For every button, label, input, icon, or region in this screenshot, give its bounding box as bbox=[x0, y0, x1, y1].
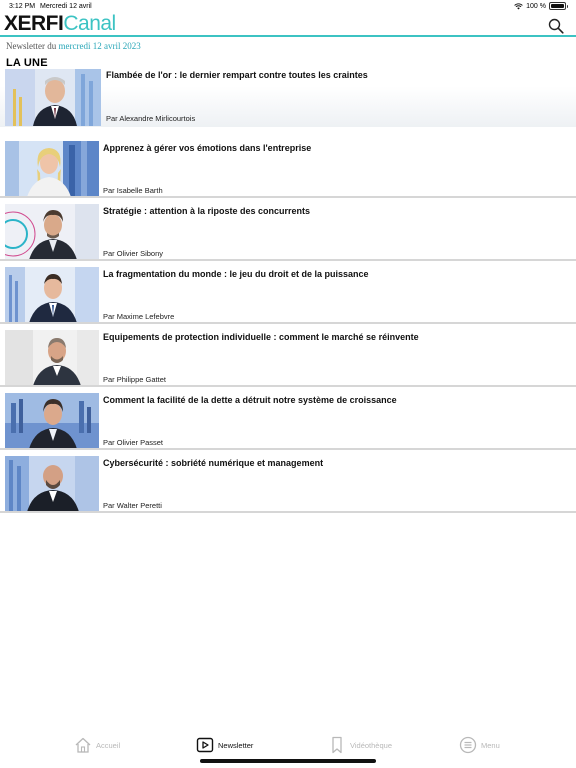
article-thumbnail bbox=[5, 267, 99, 323]
home-icon bbox=[75, 737, 91, 753]
article-item[interactable]: Comment la facilité de la dette a détrui… bbox=[0, 393, 576, 451]
article-author: Par Maxime Lefebvre bbox=[103, 312, 175, 321]
featured-title: Flambée de l'or : le dernier rempart con… bbox=[106, 70, 368, 80]
article-title: La fragmentation du monde : le jeu du dr… bbox=[103, 269, 369, 279]
article-thumbnail bbox=[5, 393, 99, 449]
section-title: LA UNE bbox=[6, 57, 48, 69]
article-title: Comment la facilité de la dette a détrui… bbox=[103, 395, 397, 405]
logo-canal-text: Canal bbox=[63, 12, 116, 35]
status-date: Mercredi 12 avril bbox=[40, 3, 92, 10]
battery-icon bbox=[549, 2, 568, 10]
featured-thumbnail bbox=[5, 69, 101, 126]
status-bar: 3:12 PM Mercredi 12 avril 100 % bbox=[0, 0, 576, 12]
article-item[interactable]: Apprenez à gérer vos émotions dans l'ent… bbox=[0, 141, 576, 199]
article-thumbnail bbox=[5, 204, 99, 260]
article-item[interactable]: Equipements de protection individuelle :… bbox=[0, 330, 576, 388]
search-button[interactable] bbox=[548, 18, 564, 34]
featured-article[interactable]: Flambée de l'or : le dernier rempart con… bbox=[0, 69, 576, 127]
tab-label: Accueil bbox=[96, 740, 121, 750]
newsletter-prefix: Newsletter du bbox=[6, 41, 57, 51]
tab-label: Vidéothèque bbox=[350, 740, 392, 750]
article-title: Cybersécurité : sobriété numérique et ma… bbox=[103, 458, 324, 468]
home-indicator[interactable] bbox=[200, 759, 376, 763]
article-author: Par Walter Peretti bbox=[103, 501, 162, 510]
article-author: Par Olivier Sibony bbox=[103, 249, 164, 258]
xerfi-canal-logo[interactable]: XERFICanal bbox=[4, 13, 116, 35]
article-item[interactable]: Stratégie : attention à la riposte des c… bbox=[0, 204, 576, 262]
article-thumbnail bbox=[5, 141, 99, 197]
article-item[interactable]: Cybersécurité : sobriété numérique et ma… bbox=[0, 456, 576, 514]
list-separator bbox=[0, 385, 576, 387]
tab-label: Menu bbox=[481, 740, 500, 750]
bookmark-icon bbox=[332, 736, 342, 754]
tab-accueil[interactable]: Accueil bbox=[74, 736, 120, 754]
status-time: 3:12 PM bbox=[9, 3, 36, 10]
logo-xerfi-text: XERFI bbox=[4, 12, 64, 35]
article-thumbnail bbox=[5, 330, 99, 386]
wifi-icon bbox=[514, 2, 523, 9]
menu-circle-icon bbox=[459, 736, 477, 754]
article-title: Equipements de protection individuelle :… bbox=[103, 332, 419, 342]
tab-videotheque[interactable]: Vidéothèque bbox=[328, 736, 392, 754]
battery-percent: 100 % bbox=[526, 2, 546, 10]
article-thumbnail bbox=[5, 456, 99, 512]
newsletter-date: mercredi 12 avril 2023 bbox=[58, 41, 141, 51]
bottom-tab-bar: Accueil Newsletter Vidéothèque Menu bbox=[0, 734, 576, 762]
list-separator bbox=[0, 511, 576, 513]
tab-newsletter[interactable]: Newsletter bbox=[196, 736, 253, 754]
article-item[interactable]: La fragmentation du monde : le jeu du dr… bbox=[0, 267, 576, 325]
article-author: Par Olivier Passet bbox=[103, 438, 164, 447]
list-separator bbox=[0, 196, 576, 198]
status-indicators: 100 % bbox=[514, 2, 568, 10]
list-separator bbox=[0, 259, 576, 261]
tab-label: Newsletter bbox=[218, 740, 254, 750]
article-author: Par Philippe Gattet bbox=[103, 375, 166, 384]
search-icon bbox=[548, 18, 564, 34]
play-square-icon bbox=[196, 737, 214, 753]
list-separator bbox=[0, 322, 576, 324]
article-title: Apprenez à gérer vos émotions dans l'ent… bbox=[103, 143, 312, 153]
app-header: XERFICanal bbox=[0, 12, 576, 36]
list-separator bbox=[0, 448, 576, 450]
tab-menu[interactable]: Menu bbox=[459, 736, 500, 754]
article-title: Stratégie : attention à la riposte des c… bbox=[103, 206, 311, 216]
featured-author: Par Alexandre Mirlicourtois bbox=[106, 114, 196, 123]
newsletter-date-line: Newsletter du mercredi 12 avril 2023 bbox=[6, 41, 141, 51]
header-accent-line bbox=[0, 35, 576, 37]
article-author: Par Isabelle Barth bbox=[103, 186, 163, 195]
